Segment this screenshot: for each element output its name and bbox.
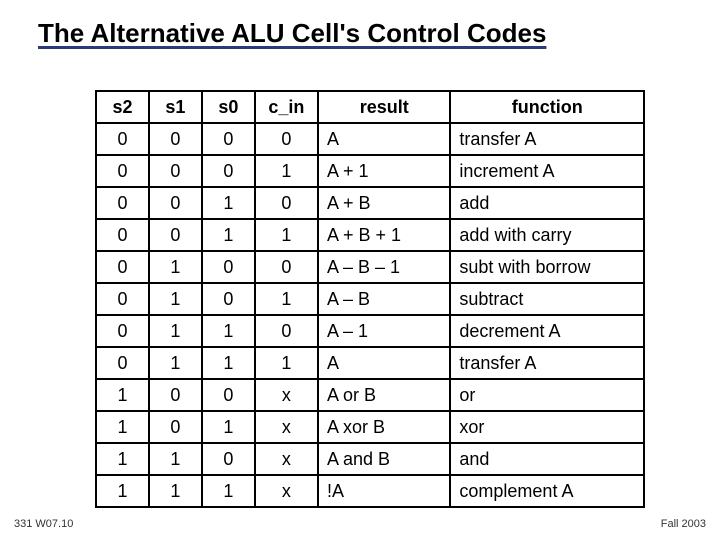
table-row: 1 1 0 x A and B and bbox=[96, 443, 644, 475]
cell-result: A bbox=[318, 347, 450, 379]
cell-s0: 1 bbox=[202, 219, 255, 251]
cell-cin: 0 bbox=[255, 315, 318, 347]
cell-s2: 0 bbox=[96, 347, 149, 379]
cell-s1: 0 bbox=[149, 155, 202, 187]
table-row: 0 0 0 1 A + 1 increment A bbox=[96, 155, 644, 187]
control-codes-table: s2 s1 s0 c_in result function 0 0 0 0 A … bbox=[95, 90, 645, 508]
cell-s0: 1 bbox=[202, 315, 255, 347]
cell-s2: 0 bbox=[96, 283, 149, 315]
header-s0: s0 bbox=[202, 91, 255, 123]
cell-s2: 0 bbox=[96, 251, 149, 283]
cell-s1: 1 bbox=[149, 315, 202, 347]
control-codes-table-wrap: s2 s1 s0 c_in result function 0 0 0 0 A … bbox=[95, 90, 645, 508]
header-c-in: c_in bbox=[255, 91, 318, 123]
table-row: 0 1 1 1 A transfer A bbox=[96, 347, 644, 379]
table-row: 1 0 1 x A xor B xor bbox=[96, 411, 644, 443]
cell-s2: 1 bbox=[96, 411, 149, 443]
cell-function: add bbox=[450, 187, 644, 219]
cell-s0: 1 bbox=[202, 411, 255, 443]
cell-s1: 1 bbox=[149, 475, 202, 507]
cell-s0: 0 bbox=[202, 251, 255, 283]
cell-s1: 0 bbox=[149, 379, 202, 411]
cell-s1: 0 bbox=[149, 219, 202, 251]
cell-s2: 1 bbox=[96, 475, 149, 507]
cell-s1: 1 bbox=[149, 283, 202, 315]
table-row: 1 1 1 x !A complement A bbox=[96, 475, 644, 507]
cell-s1: 1 bbox=[149, 347, 202, 379]
cell-cin: 0 bbox=[255, 187, 318, 219]
footer-left: 331 W07.10 bbox=[14, 518, 73, 530]
cell-s0: 0 bbox=[202, 443, 255, 475]
cell-cin: 1 bbox=[255, 347, 318, 379]
cell-s1: 1 bbox=[149, 443, 202, 475]
cell-result: A + B bbox=[318, 187, 450, 219]
cell-s0: 0 bbox=[202, 123, 255, 155]
cell-s2: 0 bbox=[96, 123, 149, 155]
cell-result: A bbox=[318, 123, 450, 155]
cell-s2: 0 bbox=[96, 187, 149, 219]
cell-function: and bbox=[450, 443, 644, 475]
cell-cin: 1 bbox=[255, 283, 318, 315]
cell-result: A + B + 1 bbox=[318, 219, 450, 251]
slide: The Alternative ALU Cell's Control Codes… bbox=[0, 0, 720, 540]
cell-function: increment A bbox=[450, 155, 644, 187]
header-function: function bbox=[450, 91, 644, 123]
cell-result: A or B bbox=[318, 379, 450, 411]
cell-s1: 1 bbox=[149, 251, 202, 283]
table-row: 0 0 1 1 A + B + 1 add with carry bbox=[96, 219, 644, 251]
cell-s1: 0 bbox=[149, 411, 202, 443]
cell-s0: 1 bbox=[202, 187, 255, 219]
cell-function: subtract bbox=[450, 283, 644, 315]
cell-result: A + 1 bbox=[318, 155, 450, 187]
table-row: 0 1 1 0 A – 1 decrement A bbox=[96, 315, 644, 347]
cell-function: complement A bbox=[450, 475, 644, 507]
cell-cin: x bbox=[255, 379, 318, 411]
cell-result: A and B bbox=[318, 443, 450, 475]
cell-s2: 1 bbox=[96, 443, 149, 475]
cell-s2: 0 bbox=[96, 155, 149, 187]
cell-cin: 1 bbox=[255, 219, 318, 251]
cell-s0: 0 bbox=[202, 155, 255, 187]
cell-cin: 1 bbox=[255, 155, 318, 187]
cell-cin: x bbox=[255, 411, 318, 443]
header-result: result bbox=[318, 91, 450, 123]
cell-function: add with carry bbox=[450, 219, 644, 251]
cell-s2: 0 bbox=[96, 315, 149, 347]
cell-s1: 0 bbox=[149, 187, 202, 219]
header-s1: s1 bbox=[149, 91, 202, 123]
table-row: 0 1 0 0 A – B – 1 subt with borrow bbox=[96, 251, 644, 283]
header-s2: s2 bbox=[96, 91, 149, 123]
cell-s0: 1 bbox=[202, 347, 255, 379]
cell-function: or bbox=[450, 379, 644, 411]
cell-result: !A bbox=[318, 475, 450, 507]
cell-s2: 0 bbox=[96, 219, 149, 251]
cell-s0: 0 bbox=[202, 283, 255, 315]
footer-right: Fall 2003 bbox=[661, 518, 706, 530]
table-row: 0 0 0 0 A transfer A bbox=[96, 123, 644, 155]
cell-cin: x bbox=[255, 443, 318, 475]
table-row: 1 0 0 x A or B or bbox=[96, 379, 644, 411]
cell-function: transfer A bbox=[450, 347, 644, 379]
cell-s2: 1 bbox=[96, 379, 149, 411]
cell-result: A xor B bbox=[318, 411, 450, 443]
cell-result: A – 1 bbox=[318, 315, 450, 347]
cell-function: decrement A bbox=[450, 315, 644, 347]
cell-cin: x bbox=[255, 475, 318, 507]
cell-cin: 0 bbox=[255, 251, 318, 283]
cell-function: transfer A bbox=[450, 123, 644, 155]
cell-result: A – B – 1 bbox=[318, 251, 450, 283]
cell-function: xor bbox=[450, 411, 644, 443]
cell-function: subt with borrow bbox=[450, 251, 644, 283]
table-row: 0 1 0 1 A – B subtract bbox=[96, 283, 644, 315]
cell-s0: 1 bbox=[202, 475, 255, 507]
cell-result: A – B bbox=[318, 283, 450, 315]
cell-s0: 0 bbox=[202, 379, 255, 411]
page-title: The Alternative ALU Cell's Control Codes bbox=[30, 18, 690, 49]
table-row: 0 0 1 0 A + B add bbox=[96, 187, 644, 219]
cell-cin: 0 bbox=[255, 123, 318, 155]
cell-s1: 0 bbox=[149, 123, 202, 155]
table-header-row: s2 s1 s0 c_in result function bbox=[96, 91, 644, 123]
